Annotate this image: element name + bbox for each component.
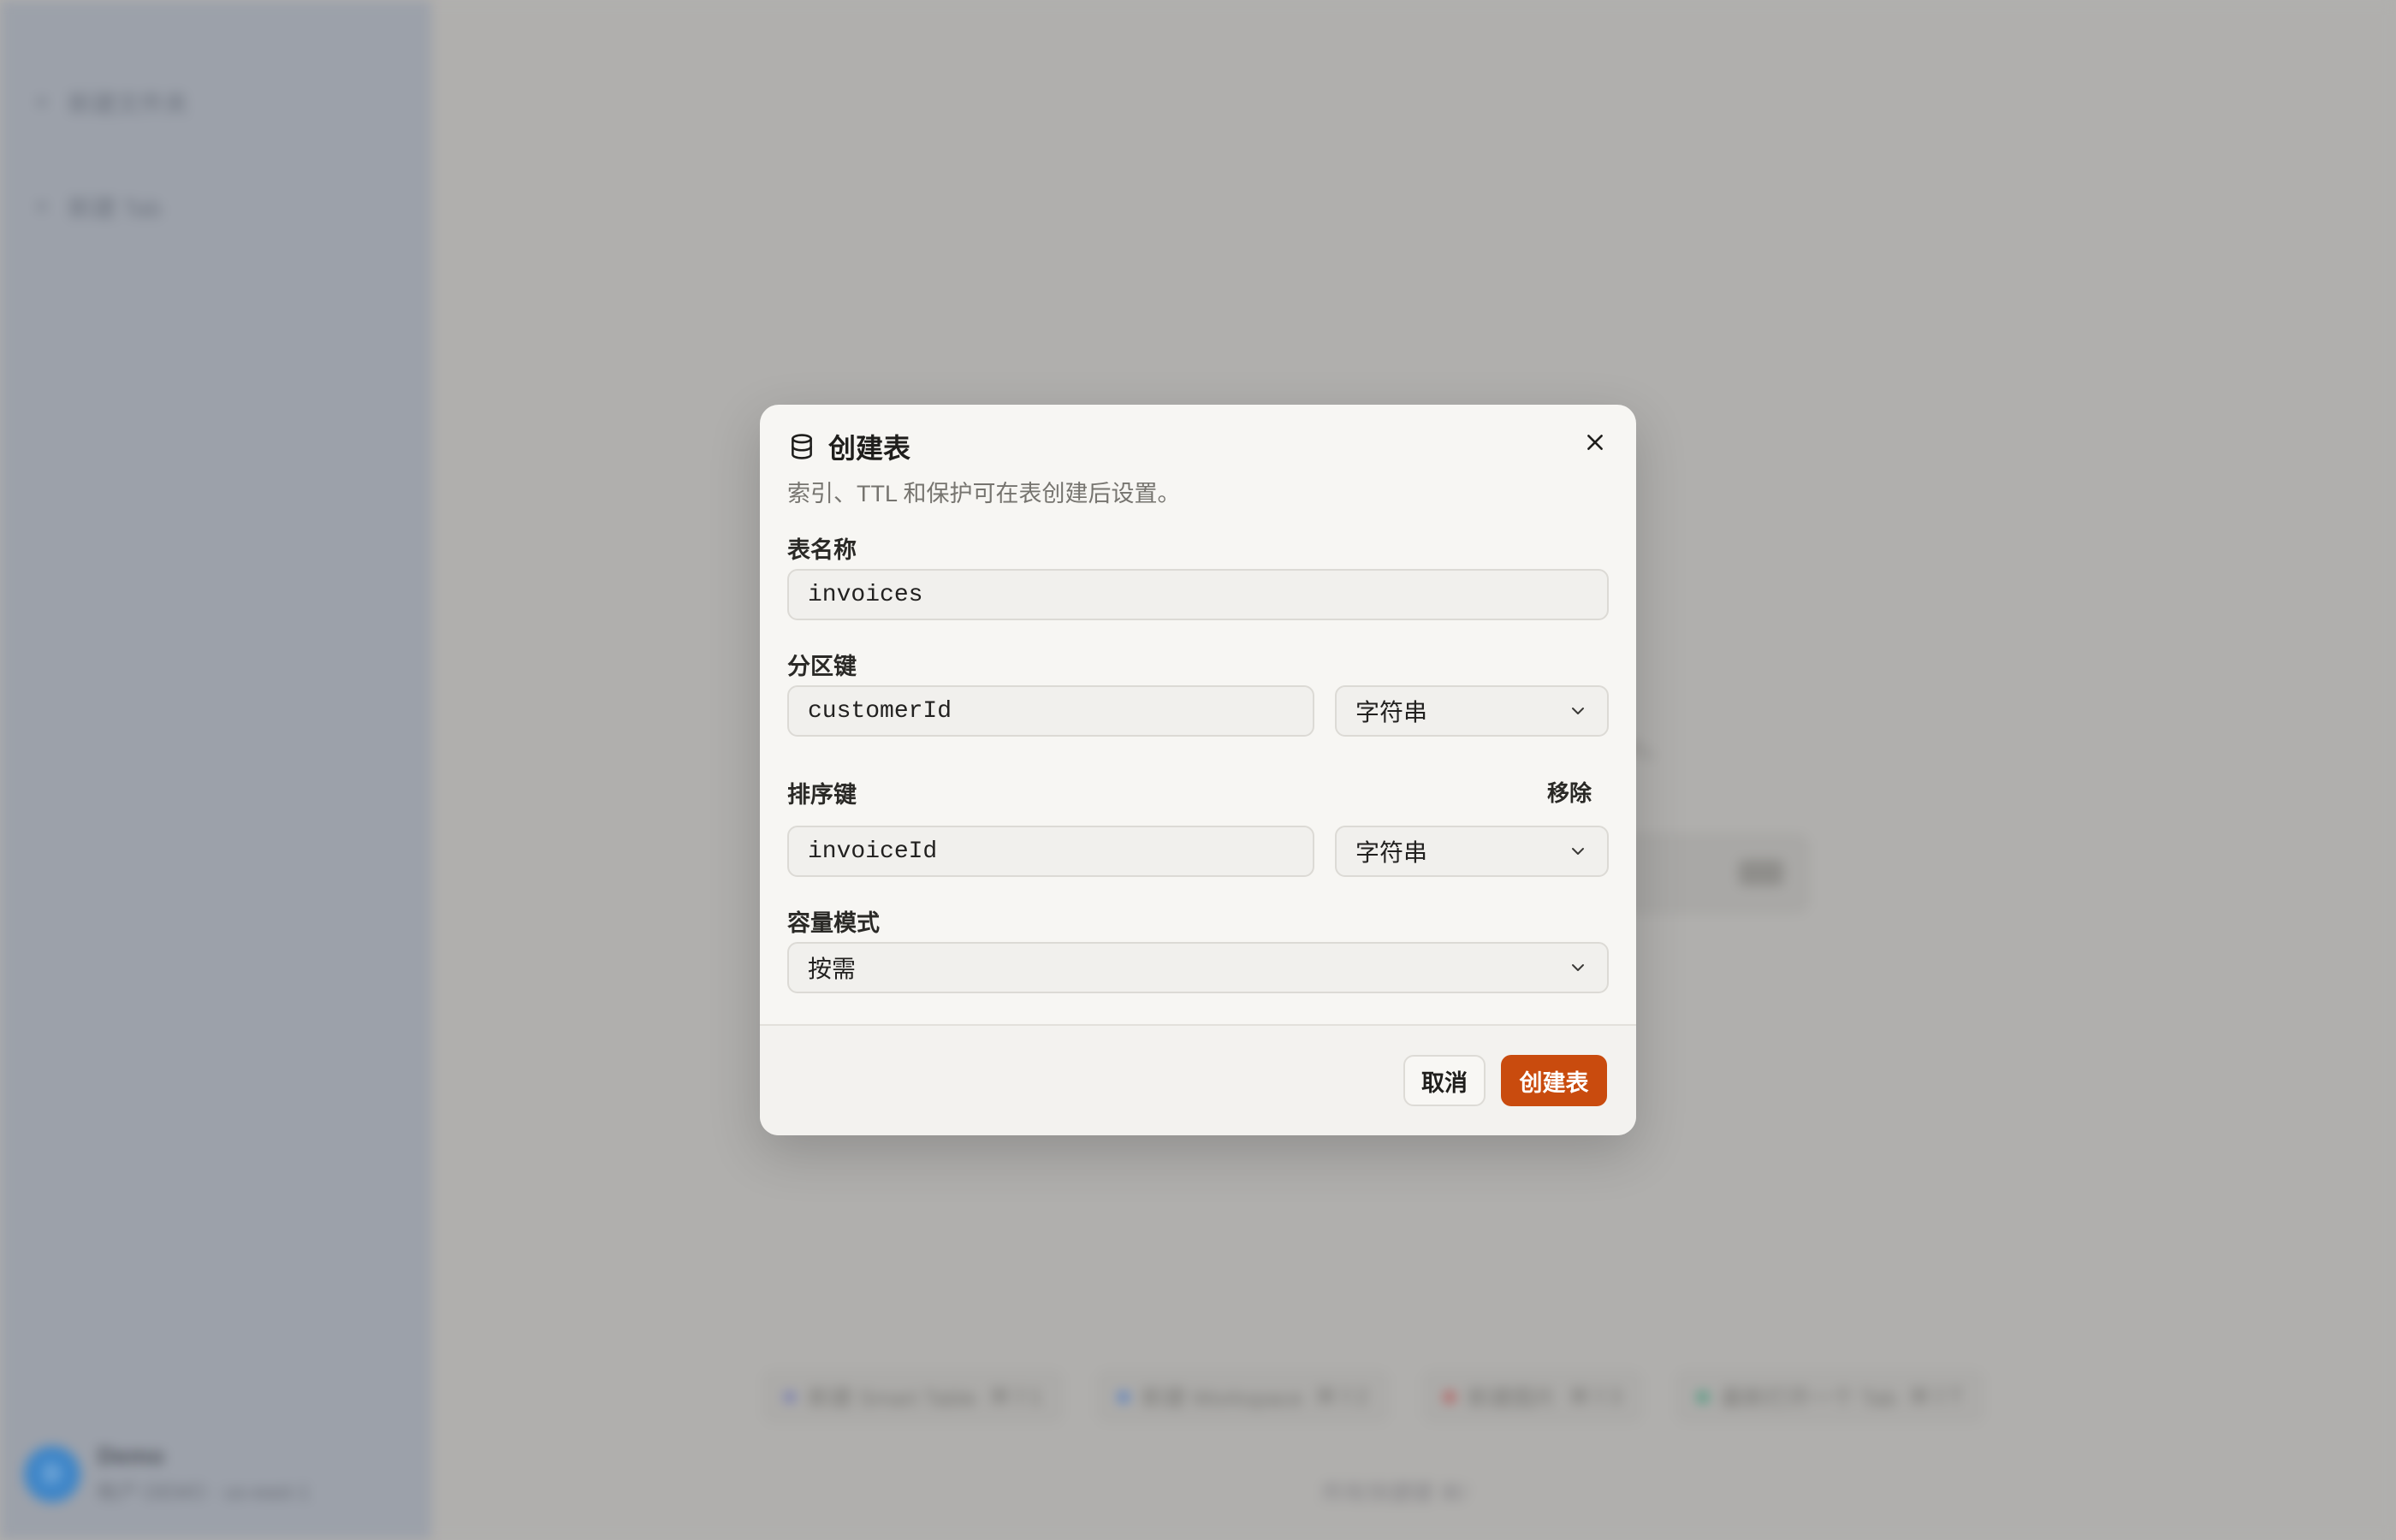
partition-key-input[interactable]: [787, 685, 1314, 737]
quick-action-chip[interactable]: 新建 Smart Table ⌘⇧1: [762, 1369, 1065, 1424]
sort-key-type-select[interactable]: 字符串: [1335, 826, 1609, 877]
quick-action-chip[interactable]: 最新打开一个 Tab ⌘⇧T: [1675, 1369, 1985, 1424]
quick-actions: 新建 Smart Table ⌘⇧1 新建 Workspace ⌘⇧2 新建图片…: [762, 1369, 1985, 1424]
sidebar-item-new-folder[interactable]: + 新建文件夹: [34, 86, 188, 120]
chip-label: 新建 Smart Table: [808, 1385, 977, 1411]
plus-icon: +: [34, 192, 50, 221]
select-value: 按需: [808, 956, 857, 982]
cancel-button[interactable]: 取消: [1403, 1055, 1486, 1106]
quick-action-chip[interactable]: 新建图片 ⌘⇧3: [1420, 1369, 1645, 1424]
chip-shortcut: ⌘⇧3: [1568, 1383, 1622, 1409]
close-icon: [1584, 431, 1606, 458]
plus-icon: +: [34, 88, 50, 116]
card-badge: [1739, 860, 1783, 886]
table-name-label: 表名称: [787, 537, 857, 563]
chip-label: 新建 Workspace: [1141, 1385, 1303, 1411]
sort-key-label: 排序键: [787, 782, 857, 808]
chip-shortcut: ⌘⇧1: [988, 1383, 1042, 1409]
dialog-title: 创建表: [828, 433, 911, 464]
dot-icon: [784, 1390, 796, 1403]
capacity-mode-label: 容量模式: [787, 910, 880, 936]
partition-key-label: 分区键: [787, 654, 857, 679]
select-value: 字符串: [1355, 699, 1428, 726]
footer-label: 所有快捷键: [1322, 1480, 1434, 1506]
chevron-down-icon: [1568, 957, 1588, 978]
sidebar: + 新建文件夹 + 新建 Tab D Demo 帐户 DEMO · us-eas…: [0, 0, 431, 1540]
remove-sort-key-button[interactable]: 移除: [1547, 776, 1592, 808]
dialog-header: 创建表: [787, 427, 910, 466]
chip-shortcut: ⌘⇧2: [1314, 1383, 1368, 1409]
footer-shortcut: ⌘/: [1439, 1480, 1468, 1506]
sort-key-input[interactable]: [787, 826, 1314, 877]
capacity-mode-select[interactable]: 按需: [787, 942, 1609, 993]
user-name: Demo: [98, 1442, 164, 1469]
chevron-down-icon: [1568, 841, 1588, 862]
sidebar-item-label: 新建文件夹: [68, 91, 188, 117]
chip-label: 最新打开一个 Tab: [1721, 1385, 1897, 1411]
create-table-button[interactable]: 创建表: [1501, 1055, 1607, 1106]
dialog-description: 索引、TTL 和保护可在表创建后设置。: [787, 481, 1181, 506]
database-icon: [787, 432, 816, 461]
partition-key-type-select[interactable]: 字符串: [1335, 685, 1609, 737]
sidebar-item-label: 新建 Tab: [68, 195, 162, 222]
user-profile[interactable]: D Demo 帐户 DEMO · us-east-1: [24, 1442, 310, 1505]
chip-shortcut: ⌘⇧T: [1908, 1383, 1963, 1409]
quick-action-chip[interactable]: 新建 Workspace ⌘⇧2: [1094, 1369, 1391, 1424]
chevron-down-icon: [1568, 701, 1588, 721]
sidebar-item-new-tab[interactable]: + 新建 Tab: [34, 190, 161, 224]
chip-label: 新建图片: [1467, 1385, 1557, 1411]
avatar: D: [24, 1445, 80, 1502]
create-table-dialog: 创建表 索引、TTL 和保护可在表创建后设置。 表名称 分区键 字符串 排序键 …: [760, 405, 1636, 1135]
close-button[interactable]: [1576, 425, 1614, 463]
user-subtitle: 帐户 DEMO · us-east-1: [98, 1481, 311, 1504]
dot-icon: [1117, 1390, 1130, 1403]
dot-icon: [1697, 1390, 1710, 1403]
dot-icon: [1443, 1390, 1456, 1403]
select-value: 字符串: [1355, 839, 1428, 866]
table-name-input[interactable]: [787, 569, 1609, 620]
dialog-footer: 取消 创建表: [760, 1024, 1636, 1135]
shortcuts-footer: 所有快捷键 ⌘/: [1322, 1476, 1468, 1507]
